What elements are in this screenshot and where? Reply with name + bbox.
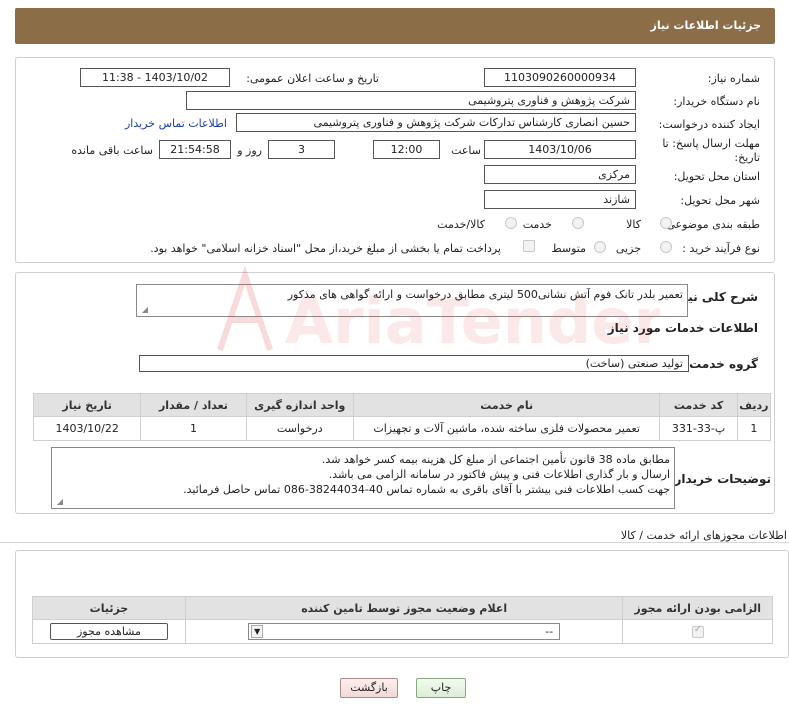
back-button[interactable]: بازگشت [340, 678, 398, 698]
cell-need-date: 1403/10/22 [32, 416, 142, 441]
remaining-label: ساعت باقی مانده [71, 144, 153, 157]
page-header: جزئیات اطلاعات نیاز [15, 8, 775, 44]
col-permit-status: اعلام وضعیت مجوز توسط تامین کننده [184, 596, 624, 620]
treasury-payment-checkbox[interactable] [523, 240, 535, 252]
table-row: ✓ -- ▼ مشاهده مجوز [32, 619, 773, 644]
process-medium-label: متوسط [551, 242, 586, 255]
cell-quantity: 1 [140, 416, 247, 441]
buyer-note-line: مطابق ماده 38 قانون تأمین اجتماعی از مبل… [321, 453, 670, 466]
category-goods-service-label: کالا/خدمت [437, 218, 485, 231]
resize-grip-icon[interactable]: ◢ [55, 498, 63, 506]
buyer-note-line: ارسال و بار گذاری اطلاعات فنی و پیش فاکت… [328, 468, 670, 481]
category-goods-label: کالا [626, 218, 641, 231]
permits-divider [0, 542, 789, 543]
col-need-date: تاریخ نیاز [32, 393, 142, 417]
province-label: استان محل تحویل: [673, 170, 760, 183]
category-goods-service-radio[interactable] [505, 217, 517, 229]
buyer-org-field[interactable]: شرکت پژوهش و فناوری پتروشیمی [186, 91, 636, 110]
col-permit-required: الزامی بودن ارائه مجوز [622, 596, 773, 620]
deadline-time-label: ساعت [451, 144, 481, 157]
category-service-label: خدمت [522, 218, 552, 231]
deadline-label-line2: تاریخ: [734, 151, 760, 164]
col-permit-details: جزئیات [32, 596, 186, 620]
process-minor-label: جزیی [615, 242, 641, 255]
permit-required-checkbox: ✓ [691, 624, 704, 638]
category-label: طبقه بندی موضوعی: [662, 218, 760, 231]
need-number-field[interactable]: 1103090260000934 [484, 68, 636, 87]
need-info-panel [15, 57, 775, 263]
resize-grip-icon[interactable]: ◢ [140, 306, 148, 314]
permits-section-title: اطلاعات مجوزهای ارائه خدمت / کالا [620, 529, 787, 542]
permits-table-header: الزامی بودن ارائه مجوز اعلام وضعیت مجوز … [32, 596, 773, 620]
remaining-time-field[interactable]: 21:54:58 [159, 140, 231, 159]
category-service-radio[interactable] [572, 217, 584, 229]
need-number-label: شماره نیاز: [707, 72, 760, 85]
col-quantity: تعداد / مقدار [140, 393, 247, 417]
announce-datetime-field[interactable]: 1403/10/02 - 11:38 [80, 68, 230, 87]
days-label: روز و [237, 144, 262, 157]
creator-field[interactable]: حسین انصاری کارشناس تدارکات شرکت پژوهش و… [236, 113, 636, 132]
service-group-field[interactable]: تولید صنعتی (ساخت) [139, 355, 689, 372]
announce-datetime-label: تاریخ و ساعت اعلان عمومی: [246, 72, 379, 85]
province-field[interactable]: مرکزی [484, 165, 636, 184]
buyer-contact-link[interactable]: اطلاعات تماس خریدار [125, 117, 227, 130]
col-service-code: کد خدمت [659, 393, 738, 417]
creator-label: ایجاد کننده درخواست: [658, 118, 760, 131]
page-title: جزئیات اطلاعات نیاز [650, 19, 762, 32]
service-group-label: گروه خدمت: [684, 357, 758, 371]
permits-table: الزامی بودن ارائه مجوز اعلام وضعیت مجوز … [32, 596, 773, 644]
city-field[interactable]: شازند [484, 190, 636, 209]
buyer-notes-label: توضیحات خریدار: [669, 472, 771, 486]
view-permit-button[interactable]: مشاهده مجوز [49, 623, 168, 640]
table-row: 1 پ-33-331 تعمیر محصولات فلزی ساخته شده،… [32, 416, 772, 441]
cell-service-code: پ-33-331 [659, 416, 738, 441]
col-unit: واحد اندازه گیری [245, 393, 354, 417]
check-icon: ✓ [693, 624, 703, 635]
cell-service-name: تعمیر محصولات فلزی ساخته شده، ماشین آلات… [352, 416, 661, 441]
permit-status-select[interactable]: -- ▼ [248, 623, 561, 640]
col-service-name: نام خدمت [352, 393, 661, 417]
services-table-header: ردیف کد خدمت نام خدمت واحد اندازه گیری ت… [32, 393, 772, 417]
process-medium-radio[interactable] [594, 241, 606, 253]
col-row: ردیف [736, 393, 772, 417]
print-button[interactable]: چاپ [416, 678, 466, 698]
city-label: شهر محل تحویل: [680, 194, 760, 207]
process-label: نوع فرآیند خرید : [682, 242, 760, 255]
deadline-date-field[interactable]: 1403/10/06 [484, 140, 636, 159]
permit-status-value: -- [545, 625, 554, 638]
cell-row: 1 [736, 416, 772, 441]
process-minor-radio[interactable] [660, 241, 672, 253]
summary-textarea[interactable]: تعمیر بلدر تانک فوم آتش نشانی500 لیتری م… [136, 284, 688, 317]
buyer-org-label: نام دستگاه خریدار: [673, 95, 760, 108]
treasury-payment-text: پرداخت تمام یا بخشی از مبلغ خرید،از محل … [150, 242, 501, 255]
buyer-note-line: جهت کسب اطلاعات فنی بیشتر با آقای باقری … [183, 483, 670, 496]
cell-unit: درخواست [245, 416, 354, 441]
category-goods-radio[interactable] [660, 217, 672, 229]
deadline-label-line1: مهلت ارسال پاسخ: تا [662, 137, 760, 150]
chevron-down-icon: ▼ [251, 625, 264, 638]
buyer-notes-textarea[interactable]: مطابق ماده 38 قانون تأمین اجتماعی از مبل… [51, 447, 675, 509]
summary-text: تعمیر بلدر تانک فوم آتش نشانی500 لیتری م… [287, 288, 683, 301]
services-section-title: اطلاعات خدمات مورد نیاز [607, 321, 758, 335]
services-table: ردیف کد خدمت نام خدمت واحد اندازه گیری ت… [32, 393, 772, 441]
days-field[interactable]: 3 [268, 140, 335, 159]
deadline-time-field[interactable]: 12:00 [373, 140, 440, 159]
